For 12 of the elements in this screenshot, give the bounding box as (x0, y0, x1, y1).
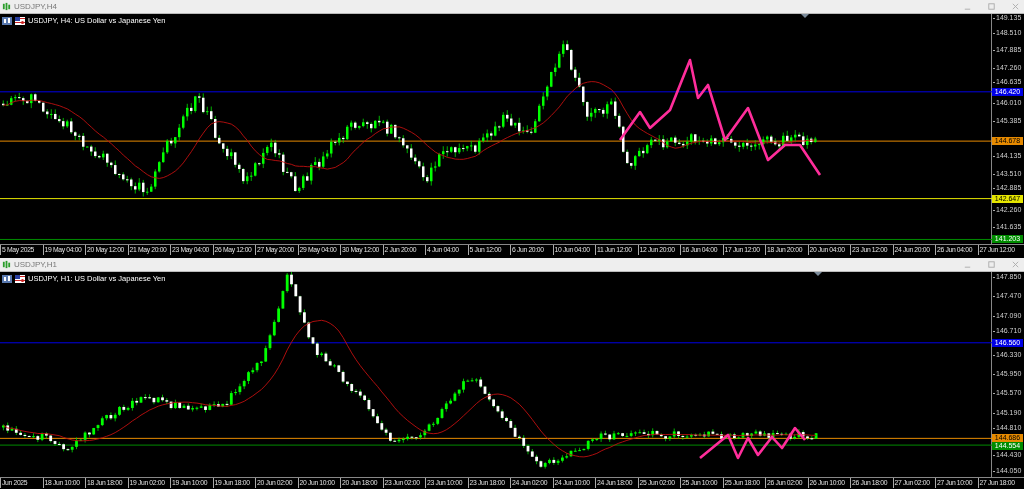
maximize-icon[interactable] (987, 260, 996, 269)
close-icon[interactable] (1011, 260, 1020, 269)
flag-icon (15, 16, 25, 25)
maximize-icon[interactable] (987, 2, 996, 11)
window-title: USDJPY,H1 (14, 260, 57, 269)
close-icon[interactable] (1011, 2, 1020, 11)
flag-icon (15, 274, 25, 283)
chart-type-icon (2, 16, 12, 25)
chart-window-icon (2, 260, 11, 269)
chart-type-icon (2, 274, 12, 283)
window-title: USDJPY,H4 (14, 2, 57, 11)
chart-window-icon (2, 2, 11, 11)
